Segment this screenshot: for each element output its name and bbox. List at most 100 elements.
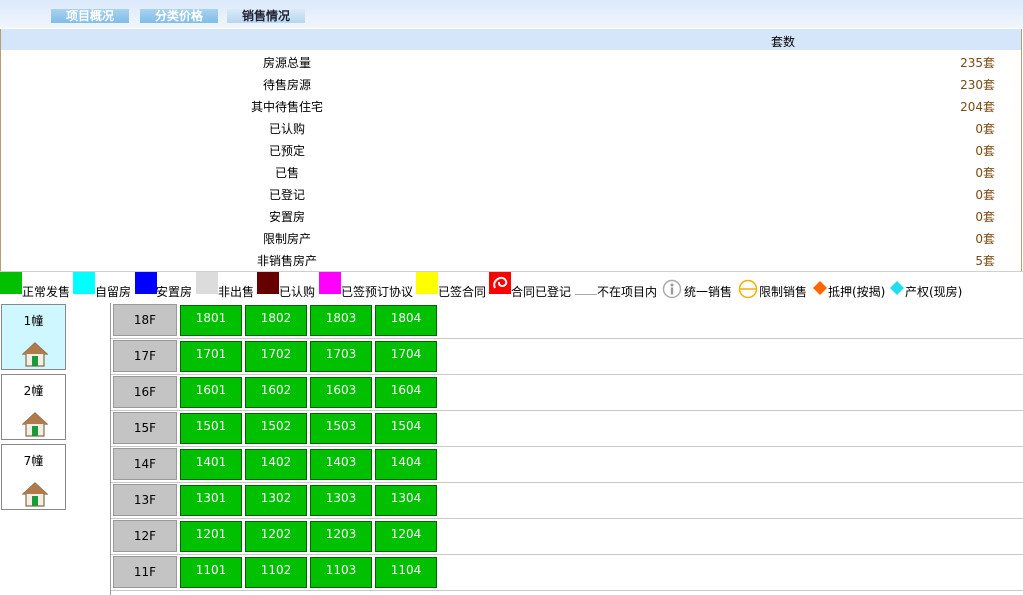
unit-cell[interactable]: 1403 [310,449,372,480]
summary-row-label: 待售房源 [262,78,311,92]
legend-swatch [489,272,511,294]
tab-category-price[interactable]: 分类价格 [140,9,218,23]
unit-cell[interactable]: 1503 [310,413,372,444]
tab-bar: 项目概况 分类价格 销售情况 [0,0,1023,28]
floor-row: 16F 1601 1602 1603 1604 [111,375,1023,411]
summary-row: 待售房源 230套 [1,72,1021,94]
unit-cell[interactable]: 1504 [375,413,437,444]
summary-row-value: 235套 [960,56,995,70]
unit-cell[interactable]: 1402 [245,449,307,480]
legend-swatch [319,272,341,294]
orange-diamond-icon [813,281,827,295]
unit-cell[interactable]: 1304 [375,485,437,516]
summary-row-value: 0套 [975,144,995,158]
sales-summary-table: 套数 房源总量 235套 待售房源 230套 其中待售住宅 204套 已认购 0套 已预… [0,29,1022,271]
summary-row: 房源总量 235套 [1,50,1021,72]
unit-cell[interactable]: 1201 [180,521,242,552]
unit-cell[interactable]: 1204 [375,521,437,552]
summary-row-label: 已售 [274,166,299,180]
unit-cell[interactable]: 1702 [245,341,307,372]
summary-row: 安置房 0套 [1,204,1021,226]
floor-label: 13F [113,484,177,516]
cyan-diamond-icon [890,281,904,295]
legend-label: 抵押(按揭) [828,285,886,299]
unit-cell[interactable]: 1101 [180,557,242,588]
floor-label: 16F [113,376,177,408]
legend-swatch [257,272,279,294]
legend-swatch [73,272,95,294]
legend-swatch [0,272,22,294]
summary-row-value: 0套 [975,210,995,224]
unit-cell[interactable]: 1203 [310,521,372,552]
floor-label: 14F [113,448,177,480]
legend-label: 统一销售 [684,285,733,299]
floor-label: 15F [113,412,177,444]
summary-row-value: 5套 [975,254,995,268]
building-item-7[interactable]: 7幢 [1,444,66,510]
tab-sales-status[interactable]: 销售情况 [227,9,305,23]
legend-swatch [196,272,218,294]
unit-cell[interactable]: 1803 [310,305,372,336]
summary-row: 其中待售住宅 204套 [1,94,1021,116]
swirl-icon [493,277,508,289]
unit-cell[interactable]: 1303 [310,485,372,516]
summary-row: 已售 0套 [1,160,1021,182]
unit-cell[interactable]: 1103 [310,557,372,588]
summary-row-label: 限制房产 [262,232,311,246]
unit-cell[interactable]: 1404 [375,449,437,480]
building-name: 1幢 [23,314,44,328]
legend-label: 安置房 [156,285,193,299]
tab-project-overview[interactable]: 项目概况 [51,9,129,23]
summary-row: 已登记 0套 [1,182,1021,204]
legend-swatch [135,272,157,294]
summary-row-label: 房源总量 [262,56,311,70]
unit-cell[interactable]: 1701 [180,341,242,372]
summary-row: 限制房产 0套 [1,226,1021,248]
unit-cell[interactable]: 1202 [245,521,307,552]
building-name: 7幢 [23,454,44,468]
floor-unit-grid: 18F 1801 1802 1803 1804 17F 1701 1702 17… [110,303,1023,595]
unit-cell[interactable]: 1602 [245,377,307,408]
unit-cell[interactable]: 1804 [375,305,437,336]
summary-row-value: 230套 [960,78,995,92]
unit-cell[interactable]: 1703 [310,341,372,372]
summary-row-label: 其中待售住宅 [250,100,323,114]
unit-cell[interactable]: 1801 [180,305,242,336]
legend-swatch [416,272,438,294]
unit-cell[interactable]: 1301 [180,485,242,516]
unit-cell[interactable]: 1104 [375,557,437,588]
legend-label: 自留房 [95,285,132,299]
restricted-circle-icon [738,279,758,299]
building-item-2[interactable]: 2幢 [1,374,66,440]
unit-cell[interactable]: 1603 [310,377,372,408]
unit-cell[interactable]: 1802 [245,305,307,336]
floor-label: 12F [113,520,177,552]
summary-row-value: 0套 [975,122,995,136]
legend-swatch [575,272,597,295]
summary-row-value: 0套 [975,232,995,246]
unit-cell[interactable]: 1102 [245,557,307,588]
floor-row: 18F 1801 1802 1803 1804 [111,303,1023,339]
summary-row-value: 0套 [975,166,995,180]
unit-cell[interactable]: 1601 [180,377,242,408]
summary-row-label: 非销售房产 [256,254,317,268]
info-circle-icon [662,279,682,299]
summary-row-label: 安置房 [268,210,305,224]
floor-row: 17F 1701 1702 1703 1704 [111,339,1023,375]
building-name: 2幢 [23,384,44,398]
unit-cell[interactable]: 1604 [375,377,437,408]
unit-cell[interactable]: 1501 [180,413,242,444]
house-icon [22,412,48,437]
legend-label: 已签合同 [438,285,487,299]
unit-cell[interactable]: 1302 [245,485,307,516]
unit-cell[interactable]: 1401 [180,449,242,480]
unit-cell[interactable]: 1704 [375,341,437,372]
floor-label: 17F [113,340,177,372]
legend-label: 不在项目内 [597,285,658,299]
legend-label: 合同已登记 [511,285,572,299]
floor-row: 15F 1501 1502 1503 1504 [111,411,1023,447]
summary-header-label: 套数 [771,35,796,49]
building-item-1[interactable]: 1幢 [1,304,66,370]
summary-row-label: 已预定 [268,144,305,158]
unit-cell[interactable]: 1502 [245,413,307,444]
